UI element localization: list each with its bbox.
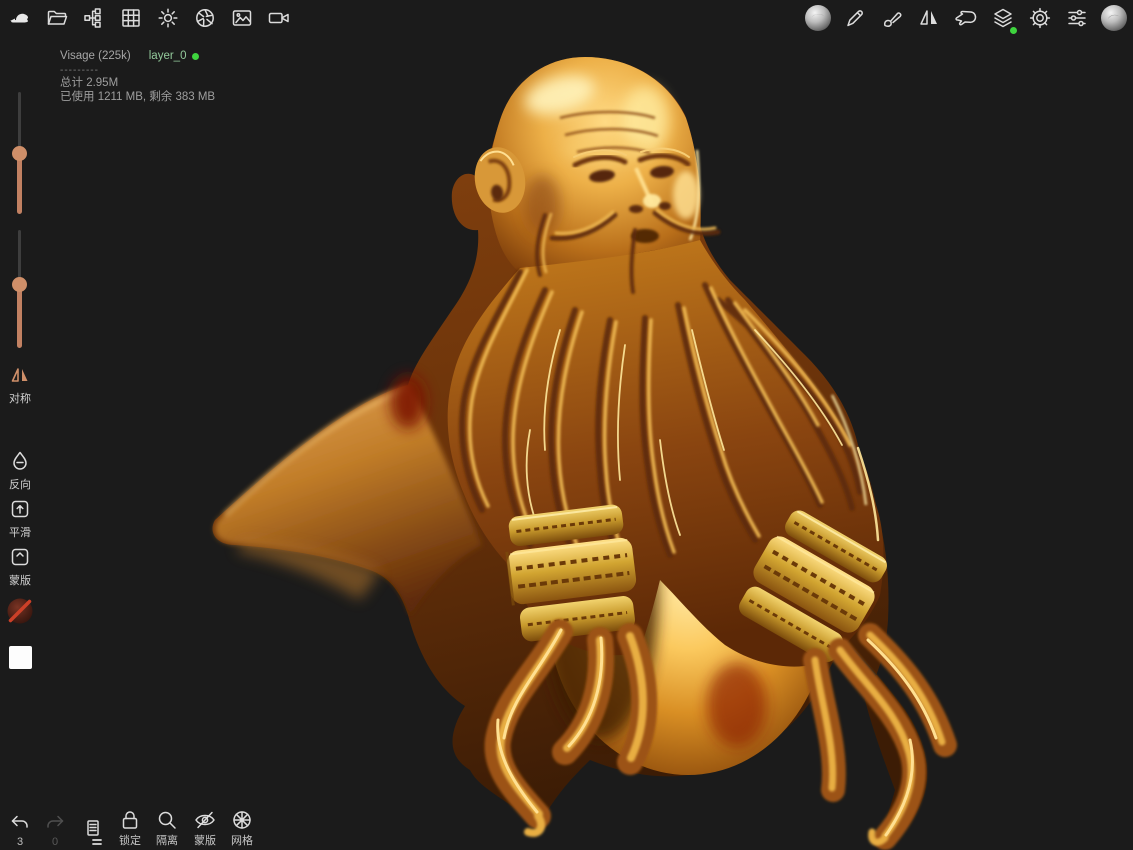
memory-total: 总计 2.95M	[60, 77, 215, 91]
lock-label: 锁定	[119, 832, 141, 848]
tool-smooth-label: 平滑	[9, 524, 31, 540]
lock-icon	[119, 809, 141, 831]
gesture-hand-icon[interactable]	[949, 1, 983, 35]
adjust-sliders-icon[interactable]	[1060, 1, 1094, 35]
smooth-icon	[9, 498, 31, 520]
pencil-tool-icon[interactable]	[838, 1, 872, 35]
tool-mask[interactable]: 蒙版	[0, 546, 40, 588]
symmetry-left-icon	[9, 364, 31, 386]
layers-icon[interactable]	[986, 1, 1020, 35]
sculpture-render	[0, 0, 1133, 850]
falloff-sphere[interactable]	[0, 597, 40, 625]
tool-symmetry[interactable]: 对称	[0, 364, 40, 406]
project-folder-icon[interactable]	[40, 1, 74, 35]
memory-usage: 已使用 1211 MB, 剩余 383 MB	[60, 91, 215, 105]
toolbar-top-left	[3, 1, 296, 35]
post-process-aperture-icon[interactable]	[188, 1, 222, 35]
tool-smooth[interactable]: 平滑	[0, 498, 40, 540]
active-layer[interactable]: layer_0	[149, 50, 200, 64]
matcap-sphere-alt-icon[interactable]	[1097, 1, 1131, 35]
viewport-3d[interactable]	[0, 0, 1133, 850]
settings-gear-icon[interactable]	[1023, 1, 1057, 35]
falloff-sphere-icon	[6, 597, 34, 625]
layer-name-label: layer_0	[149, 50, 187, 64]
paint-tool-icon[interactable]	[875, 1, 909, 35]
layers-notification-dot	[1010, 27, 1017, 34]
eye-off-icon	[193, 809, 217, 831]
invert-drop-icon	[9, 450, 31, 472]
symmetry-icon[interactable]	[912, 1, 946, 35]
scene-graph-icon[interactable]	[77, 1, 111, 35]
layer-active-dot	[192, 53, 199, 60]
info-separator: ---------	[60, 64, 215, 78]
mask-icon	[9, 546, 31, 568]
brush-intensity-slider[interactable]	[12, 230, 27, 348]
isolate-label: 隔离	[156, 832, 178, 848]
matcap-sphere-icon[interactable]	[801, 1, 835, 35]
tool-invert-label: 反向	[9, 476, 31, 492]
tool-invert[interactable]: 反向	[0, 450, 40, 492]
brush-radius-slider[interactable]	[12, 92, 27, 214]
wireframe-button[interactable]: 网格	[220, 809, 264, 848]
notepad-icon	[83, 818, 107, 848]
redo-icon	[44, 813, 66, 835]
magnifier-icon	[156, 809, 178, 831]
brush-radius-knob[interactable]	[12, 146, 27, 161]
brush-intensity-knob[interactable]	[12, 277, 27, 292]
redo-button[interactable]: 0	[33, 813, 77, 848]
undo-icon	[9, 813, 31, 835]
toolbar-top-right	[801, 1, 1131, 35]
wireframe-icon	[231, 809, 253, 831]
lighting-sun-icon[interactable]	[151, 1, 185, 35]
camera-icon[interactable]	[262, 1, 296, 35]
mask-visibility-label: 蒙版	[194, 832, 216, 848]
undo-count: 3	[17, 836, 23, 848]
topology-grid-icon[interactable]	[114, 1, 148, 35]
nomad-sculpt-app: Visage (225k) layer_0 --------- 总计 2.95M…	[0, 0, 1133, 850]
color-swatch[interactable]	[0, 646, 40, 669]
tool-symmetry-label: 对称	[9, 390, 31, 406]
object-stats: Visage (225k)	[60, 50, 131, 64]
scene-info: Visage (225k) layer_0 --------- 总计 2.95M…	[60, 50, 215, 104]
background-image-icon[interactable]	[225, 1, 259, 35]
current-color-white	[9, 646, 32, 669]
tool-mask-label: 蒙版	[9, 572, 31, 588]
redo-count: 0	[52, 836, 58, 848]
wireframe-label: 网格	[231, 832, 253, 848]
nomad-logo[interactable]	[3, 1, 37, 35]
